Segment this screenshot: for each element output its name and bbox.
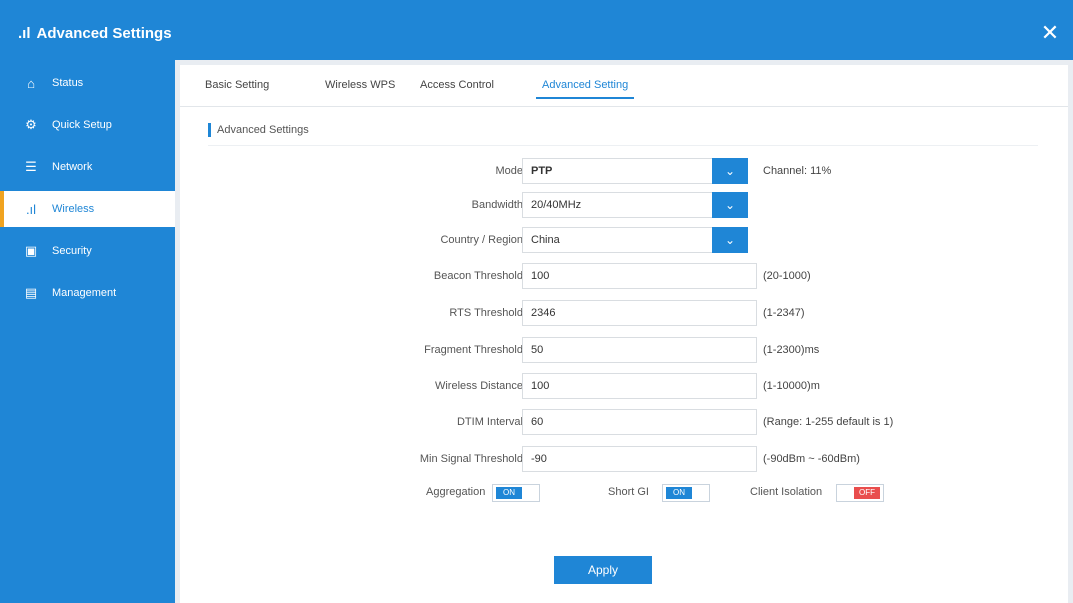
window-title: .ıl Advanced Settings xyxy=(18,25,172,42)
isolation-label: Client Isolation xyxy=(750,486,823,498)
signal-icon: .ıl xyxy=(18,25,31,42)
sidebar-item-network[interactable]: ☰ Network xyxy=(0,149,175,185)
beacon-note: (20-1000) xyxy=(763,270,811,282)
signal-label: Min Signal Threshold xyxy=(419,453,523,465)
aggregation-toggle[interactable]: ON xyxy=(492,484,540,502)
shortgi-label: Short GI xyxy=(608,486,649,498)
beacon-label: Beacon Threshold xyxy=(433,270,523,282)
shortgi-toggle[interactable]: ON xyxy=(662,484,710,502)
distance-note: (1-10000)m xyxy=(763,380,820,392)
network-icon: ☰ xyxy=(25,159,37,174)
country-select[interactable]: China xyxy=(522,227,712,253)
main-panel: Basic Setting Wireless WPS Access Contro… xyxy=(180,65,1068,603)
chevron-down-icon[interactable]: ⌄ xyxy=(712,158,748,184)
distance-input[interactable] xyxy=(522,373,757,399)
close-icon[interactable]: ✕ xyxy=(1037,20,1063,46)
sidebar: ⌂ Status ⚙ Quick Setup ☰ Network .ıl Wir… xyxy=(0,60,175,603)
tab-advanced-setting[interactable]: Advanced Setting xyxy=(535,79,635,99)
sidebar-item-wireless[interactable]: .ıl Wireless xyxy=(0,191,175,227)
security-icon: ▣ xyxy=(24,243,38,258)
gear-icon: ⚙ xyxy=(25,117,37,132)
mode-label: Mode xyxy=(495,165,523,177)
toggle-state: OFF xyxy=(854,487,880,499)
rts-label: RTS Threshold xyxy=(449,307,523,319)
dtim-label: DTIM Interval xyxy=(456,416,523,428)
tab-wireless-wps[interactable]: Wireless WPS xyxy=(325,79,395,91)
toggle-state: ON xyxy=(666,487,692,499)
apply-button[interactable]: Apply xyxy=(554,556,652,584)
section-title: Advanced Settings xyxy=(208,123,309,137)
mode-select[interactable]: PTP xyxy=(522,158,712,184)
management-icon: ▤ xyxy=(24,285,38,300)
chevron-down-icon[interactable]: ⌄ xyxy=(712,192,748,218)
country-label: Country / Region xyxy=(440,234,523,246)
rts-note: (1-2347) xyxy=(763,307,805,319)
sidebar-item-quick-setup[interactable]: ⚙ Quick Setup xyxy=(0,107,175,143)
bandwidth-select[interactable]: 20/40MHz xyxy=(522,192,712,218)
fragment-note: (1-2300)ms xyxy=(763,344,820,356)
fragment-label: Fragment Threshold xyxy=(424,344,523,356)
dtim-input[interactable] xyxy=(522,409,757,435)
signal-icon: .ıl xyxy=(25,201,37,217)
title-bar: .ıl Advanced Settings ✕ xyxy=(0,0,1073,60)
mode-note: Channel: 11% xyxy=(763,165,832,177)
toggle-state: ON xyxy=(496,487,522,499)
sidebar-item-management[interactable]: ▤ Management xyxy=(0,275,175,311)
signal-input[interactable] xyxy=(522,446,757,472)
home-icon: ⌂ xyxy=(27,75,35,91)
distance-label: Wireless Distance xyxy=(434,380,523,392)
isolation-toggle[interactable]: OFF xyxy=(836,484,884,502)
sidebar-item-security[interactable]: ▣ Security xyxy=(0,233,175,269)
chevron-down-icon[interactable]: ⌄ xyxy=(712,227,748,253)
signal-note: (-90dBm ~ -60dBm) xyxy=(763,453,860,465)
bandwidth-label: Bandwidth xyxy=(471,199,523,211)
section-divider xyxy=(208,145,1038,146)
tab-access-control[interactable]: Access Control xyxy=(420,79,494,91)
rts-input[interactable] xyxy=(522,300,757,326)
aggregation-label: Aggregation xyxy=(426,486,486,498)
dtim-note: (Range: 1-255 default is 1) xyxy=(763,416,894,428)
sidebar-item-status[interactable]: ⌂ Status xyxy=(0,65,175,101)
beacon-input[interactable] xyxy=(522,263,757,289)
fragment-input[interactable] xyxy=(522,337,757,363)
tab-basic-setting[interactable]: Basic Setting xyxy=(205,79,269,91)
tab-bar: Basic Setting Wireless WPS Access Contro… xyxy=(180,65,1068,107)
